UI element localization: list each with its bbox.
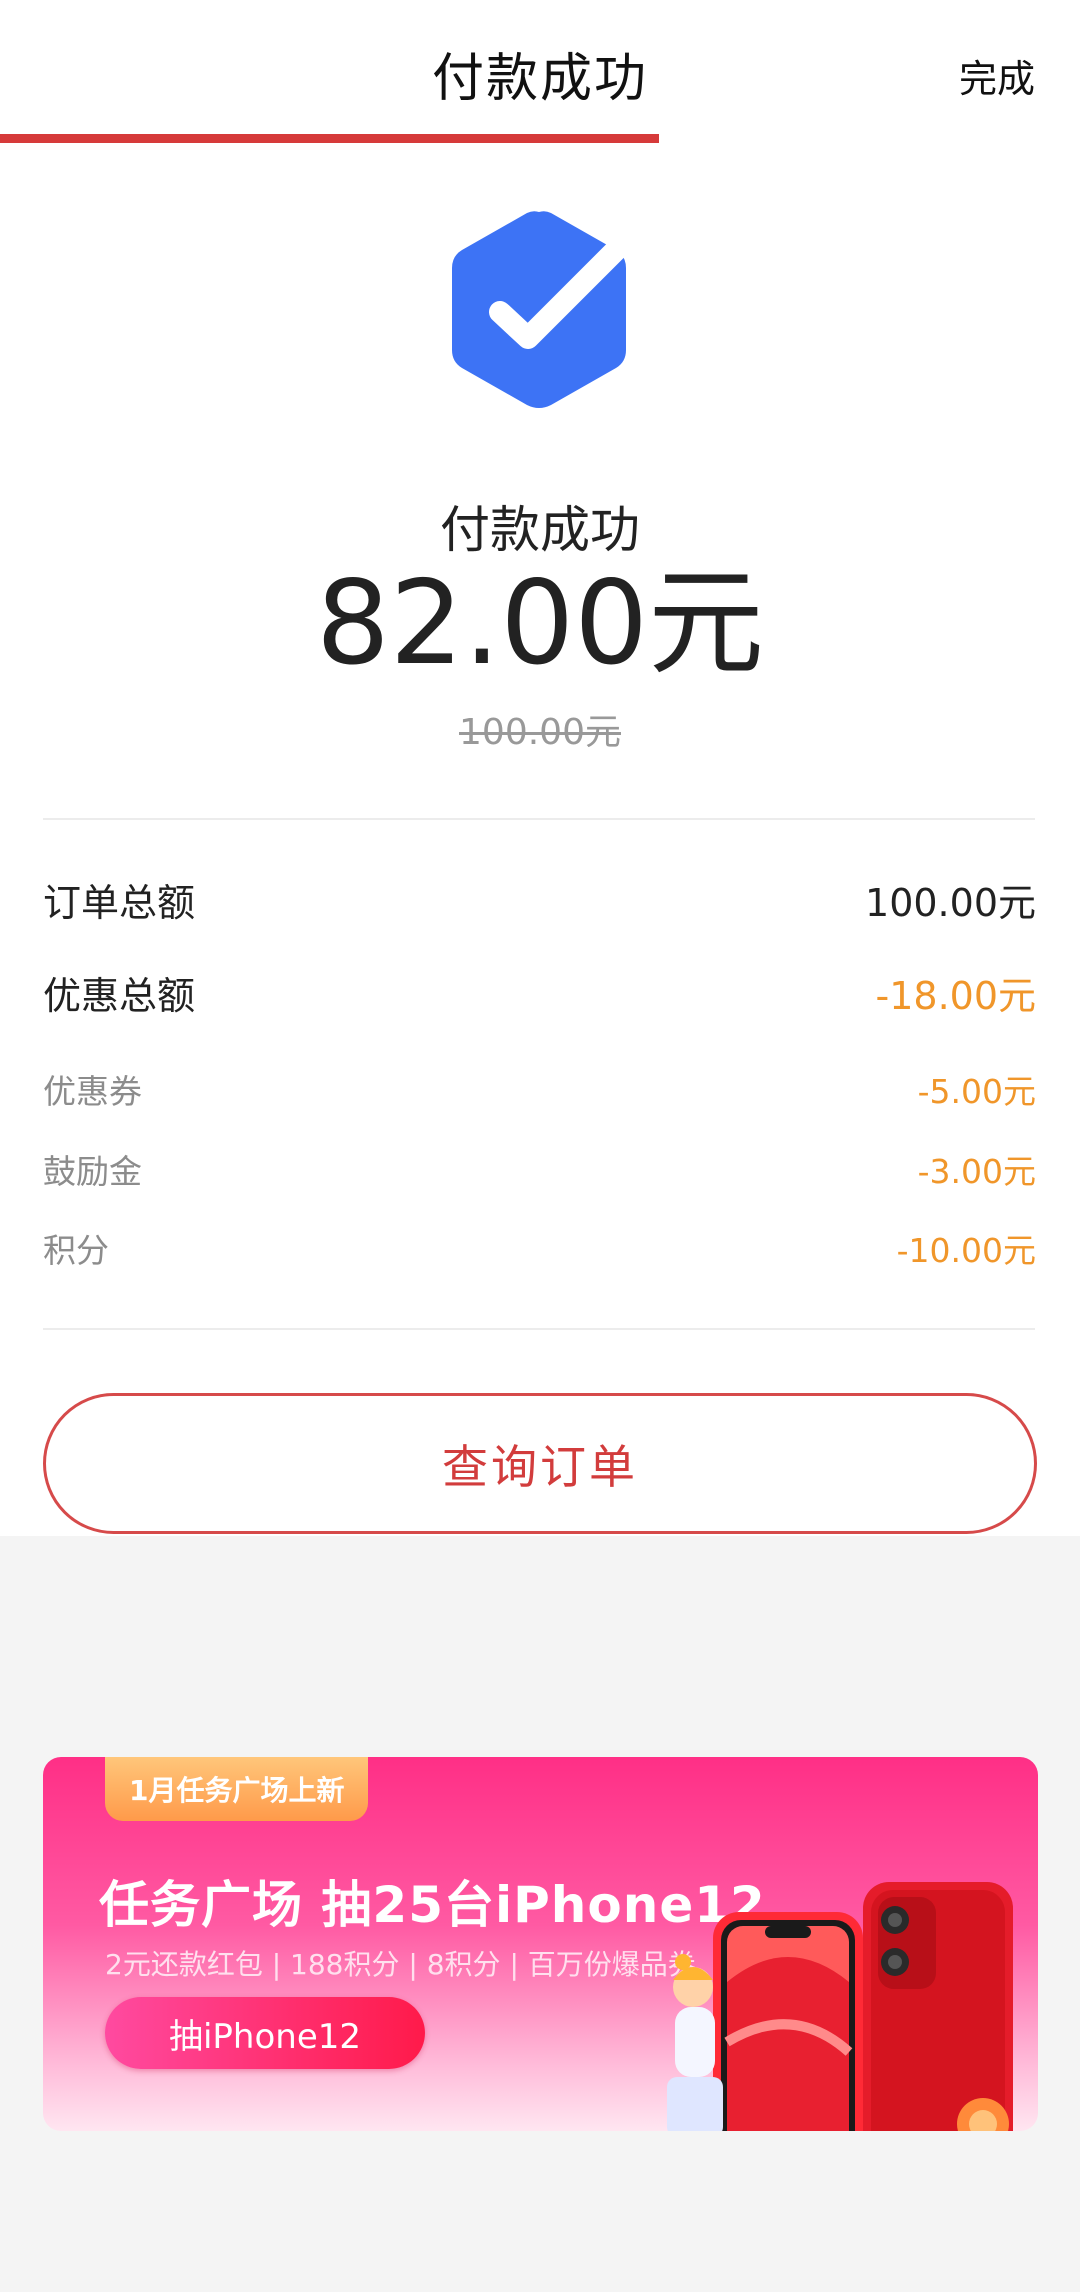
points-label: 积分 [43, 1231, 109, 1270]
points-value: -10.00元 [896, 1231, 1036, 1270]
order-total-row: 订单总额 100.00元 [43, 872, 1036, 927]
order-total-label: 订单总额 [43, 881, 196, 925]
bonus-label: 鼓励金 [43, 1152, 142, 1191]
discount-item-row: 鼓励金 -3.00元 [43, 1145, 1036, 1193]
page-title: 付款成功 [431, 49, 648, 109]
paid-amount: 82.00元 [315, 556, 765, 691]
coupon-label: 优惠券 [43, 1072, 142, 1111]
original-amount: 100.00元 [459, 712, 621, 753]
payment-result-page: 付款成功 完成 付款成功 82.00元 100.00元 订单总额 100.00元… [0, 0, 1080, 1536]
discount-total-label: 优惠总额 [43, 974, 196, 1018]
query-order-button[interactable]: 查询订单 [43, 1393, 1037, 1534]
discount-item-row: 积分 -10.00元 [43, 1224, 1036, 1272]
divider [43, 1328, 1035, 1330]
header-bar: 付款成功 完成 [0, 0, 1080, 145]
discount-total-row: 优惠总额 -18.00元 [43, 965, 1036, 1020]
progress-bar [0, 134, 659, 143]
payment-status-label: 付款成功 [440, 501, 640, 559]
discount-total-value: -18.00元 [875, 974, 1037, 1018]
bonus-value: -3.00元 [917, 1152, 1036, 1191]
banner-cta-button[interactable]: 抽iPhone12 [105, 1997, 425, 2069]
iphone-illustration [667, 1882, 1013, 2131]
order-total-value: 100.00元 [865, 881, 1036, 925]
divider [43, 818, 1035, 820]
coupon-value: -5.00元 [917, 1072, 1036, 1111]
discount-item-row: 优惠券 -5.00元 [43, 1065, 1036, 1113]
banner-subline: 2元还款红包 | 188积分 | 8积分 | 百万份爆品券 [105, 1948, 696, 1981]
promo-banner[interactable]: 1月任务广场上新 任务广场 抽25台iPhone12 2元还款红包 | 188积… [43, 1757, 1038, 2131]
check-hexagon-icon [452, 211, 630, 408]
banner-tag: 1月任务广场上新 [105, 1757, 369, 1821]
done-button[interactable]: 完成 [959, 48, 1035, 103]
